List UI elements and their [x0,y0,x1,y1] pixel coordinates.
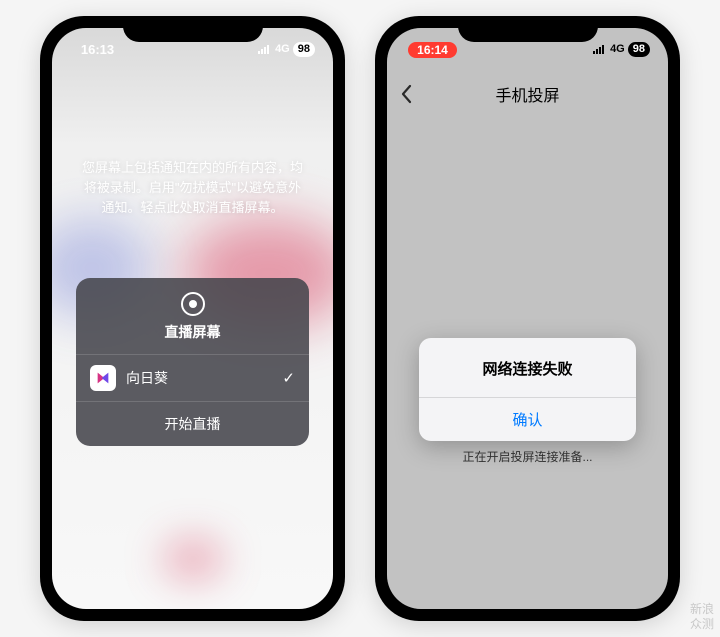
broadcast-target-row[interactable]: 向日葵 ✓ [76,355,309,402]
sunflower-app-icon [90,365,116,391]
phone-left: 16:13 4G 98 您屏幕上包括通知在内的所有内容，均将被录制。启用"勿扰模… [40,16,345,621]
alert-title: 网络连接失败 [419,338,636,398]
sheet-title: 直播屏幕 [165,322,221,342]
screen-right: 16:14 4G 98 手机投屏 正在开启投屏连接准备... 网络连接失败 确认 [387,28,668,609]
battery-pill: 98 [293,42,315,57]
status-time: 16:14 [405,42,460,57]
battery-pill: 98 [628,42,650,57]
start-broadcast-button[interactable]: 开始直播 [76,402,309,446]
recording-instruction-text[interactable]: 您屏幕上包括通知在内的所有内容，均将被录制。启用"勿扰模式"以避免意外通知。轻点… [52,158,333,218]
status-right: 4G 98 [258,42,315,57]
loading-status-text: 正在开启投屏连接准备... [387,448,668,465]
alert-confirm-button[interactable]: 确认 [419,398,636,441]
watermark-line2: 众测 [690,617,714,631]
signal-icon [258,44,272,54]
status-network: 4G [275,43,290,55]
status-network: 4G [610,43,625,55]
checkmark-icon: ✓ [282,369,295,387]
watermark: 新浪 众测 [690,602,714,631]
status-time: 16:13 [70,42,125,57]
sheet-header: 直播屏幕 [76,278,309,355]
phone-right: 16:14 4G 98 手机投屏 正在开启投屏连接准备... 网络连接失败 确认 [375,16,680,621]
signal-icon [593,44,607,54]
modal-dimmer [387,28,668,609]
notch [458,16,598,42]
watermark-line1: 新浪 [690,602,714,616]
broadcast-sheet: 直播屏幕 向日葵 ✓ 开始直播 [76,278,309,446]
record-icon [181,292,205,316]
recording-time-pill[interactable]: 16:14 [408,42,457,58]
notch [123,16,263,42]
screen-left: 16:13 4G 98 您屏幕上包括通知在内的所有内容，均将被录制。启用"勿扰模… [52,28,333,609]
status-right: 4G 98 [593,42,650,57]
error-alert: 网络连接失败 确认 [419,338,636,441]
app-name: 向日葵 [126,368,272,388]
